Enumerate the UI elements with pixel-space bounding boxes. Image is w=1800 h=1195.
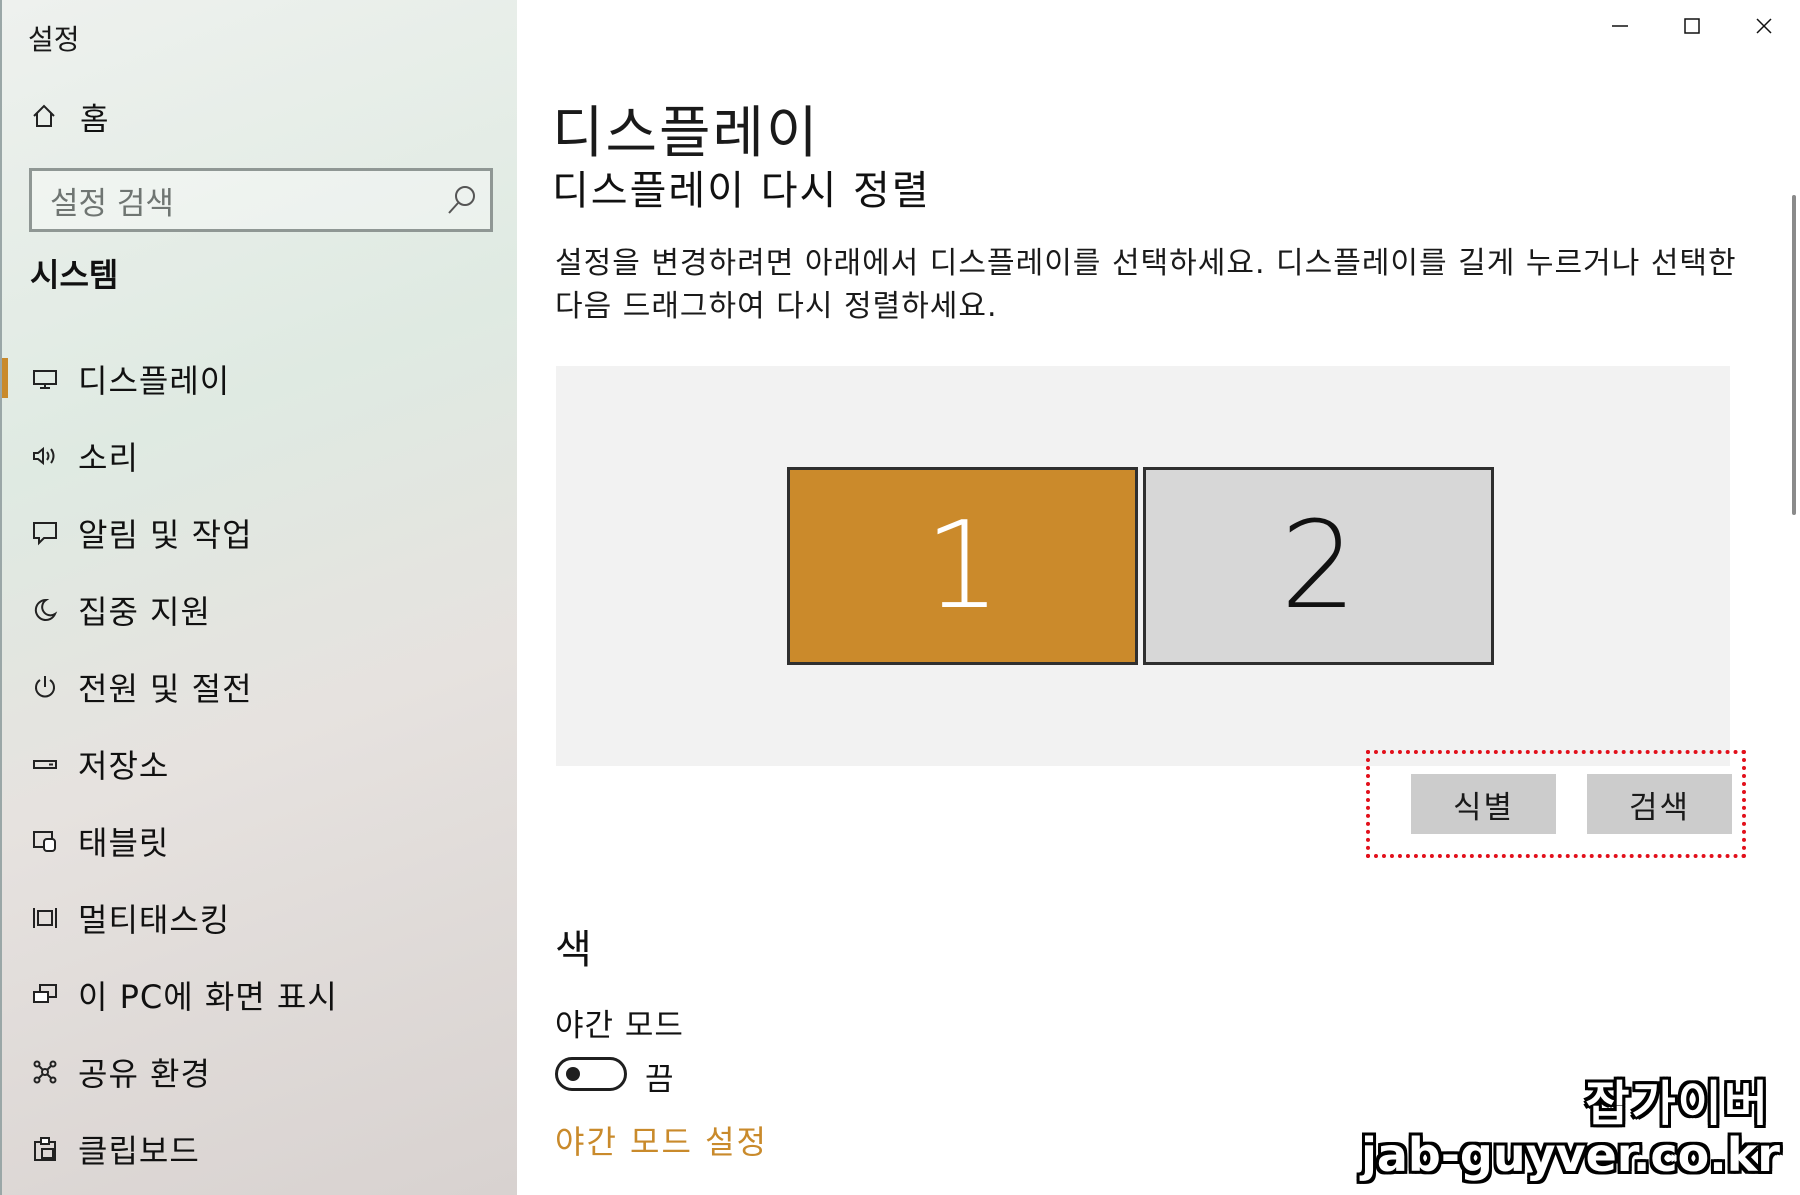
search-icon[interactable] <box>442 180 482 220</box>
app-title: 설정 <box>28 23 80 56</box>
sidebar-item-multitasking[interactable]: 멀티태스킹 <box>2 879 519 956</box>
display-2-tile[interactable]: 2 <box>1143 467 1494 665</box>
night-light-state: 끔 <box>645 1062 674 1098</box>
sidebar-item-label: 저장소 <box>78 746 170 785</box>
sidebar-item-tablet[interactable]: 태블릿 <box>2 802 519 879</box>
sidebar-item-label: 클립보드 <box>78 1131 200 1170</box>
sidebar-item-label: 알림 및 작업 <box>78 515 253 554</box>
home-label: 홈 <box>80 101 109 138</box>
sidebar-item-label: 공유 환경 <box>78 1054 211 1093</box>
display-arrangement-area[interactable]: 1 2 <box>556 366 1730 766</box>
sidebar-item-label: 이 PC에 화면 표시 <box>78 977 338 1016</box>
page-title: 디스플레이 <box>552 101 820 166</box>
sidebar-item-project[interactable]: 이 PC에 화면 표시 <box>2 956 519 1033</box>
sidebar-nav: 디스플레이 소리 알림 및 작업 집중 지원 전원 및 절전 저장소 태블릿 멀… <box>2 340 519 1187</box>
search-placeholder: 설정 검색 <box>50 185 174 222</box>
sidebar-item-label: 멀티태스킹 <box>78 900 231 939</box>
monitor-icon <box>30 364 60 394</box>
sidebar-item-label: 디스플레이 <box>78 361 231 400</box>
sidebar-item-label: 집중 지원 <box>78 592 211 631</box>
home-icon <box>30 102 58 130</box>
settings-search-input[interactable]: 설정 검색 <box>29 168 493 232</box>
night-light-settings-link[interactable]: 야간 모드 설정 <box>555 1117 768 1163</box>
night-light-label: 야간 모드 <box>555 1008 684 1044</box>
sidebar-item-storage[interactable]: 저장소 <box>2 725 519 802</box>
sidebar-item-display[interactable]: 디스플레이 <box>2 340 519 417</box>
notification-icon <box>30 518 60 548</box>
power-icon <box>30 672 60 702</box>
sidebar-item-label: 태블릿 <box>78 823 170 862</box>
display-1-tile[interactable]: 1 <box>787 467 1138 665</box>
night-light-toggle[interactable] <box>555 1057 627 1091</box>
clipboard-icon <box>30 1134 60 1164</box>
detect-button[interactable]: 검색 <box>1587 774 1732 834</box>
rearrange-description: 설정을 변경하려면 아래에서 디스플레이를 선택하세요. 디스플레이를 길게 누… <box>555 246 1737 324</box>
sidebar-item-power[interactable]: 전원 및 절전 <box>2 648 519 725</box>
sidebar-item-label: 소리 <box>78 438 139 477</box>
toggle-knob <box>566 1067 580 1081</box>
tablet-icon <box>30 826 60 856</box>
watermark-url: jab-guyver.co.kr <box>1361 1128 1780 1182</box>
sidebar-item-shared-experiences[interactable]: 공유 환경 <box>2 1033 519 1110</box>
share-icon <box>30 1057 60 1087</box>
home-nav-item[interactable]: 홈 <box>30 96 109 138</box>
main-content: 디스플레이 디스플레이 다시 정렬 설정을 변경하려면 아래에서 디스플레이를 … <box>517 0 1800 1195</box>
sidebar-item-notifications[interactable]: 알림 및 작업 <box>2 494 519 571</box>
watermark-korean: 잡가이버 <box>1585 1076 1770 1132</box>
moon-icon <box>30 595 60 625</box>
sidebar-item-label: 전원 및 절전 <box>78 669 253 708</box>
sidebar-item-focus-assist[interactable]: 집중 지원 <box>2 571 519 648</box>
section-title: 시스템 <box>30 256 119 294</box>
color-section-heading: 색 <box>555 927 592 973</box>
project-icon <box>30 980 60 1010</box>
sidebar-item-sound[interactable]: 소리 <box>2 417 519 494</box>
rearrange-heading: 디스플레이 다시 정렬 <box>552 168 931 214</box>
sidebar-item-clipboard[interactable]: 클립보드 <box>2 1110 519 1187</box>
sidebar: 설정 홈 설정 검색 시스템 디스플레이 소리 알림 및 작업 집중 지원 전원… <box>0 0 517 1195</box>
speaker-icon <box>30 441 60 471</box>
multitasking-icon <box>30 903 60 933</box>
identify-button[interactable]: 식별 <box>1411 774 1556 834</box>
storage-icon <box>30 749 60 779</box>
